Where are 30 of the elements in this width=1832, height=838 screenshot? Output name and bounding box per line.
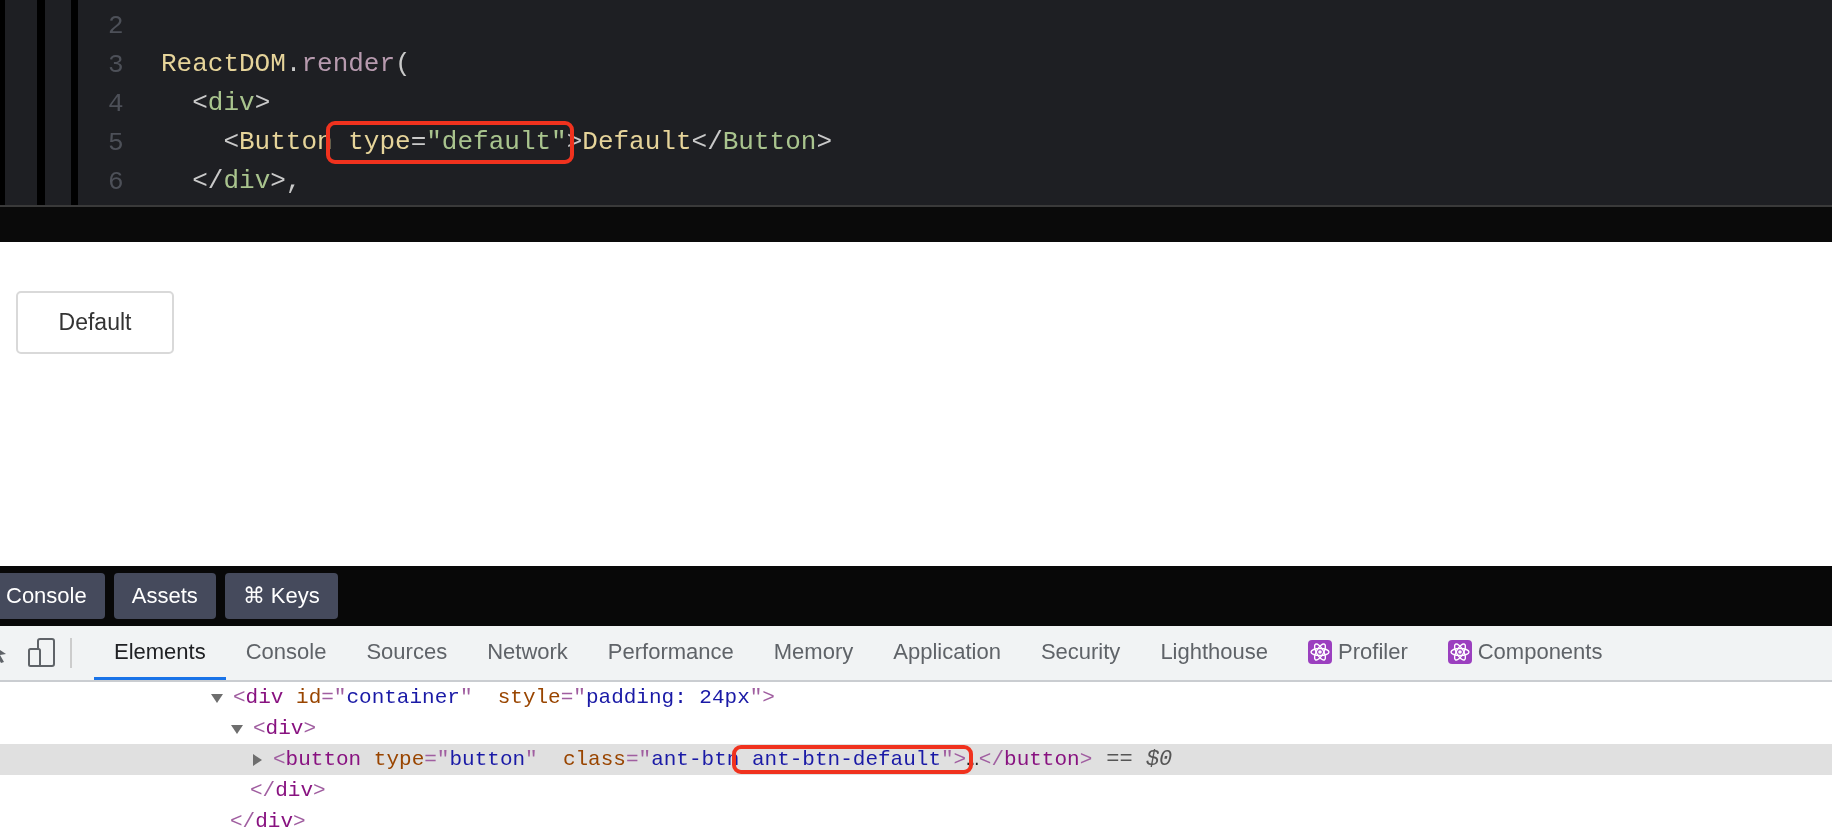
devtools-tab[interactable]: Components <box>1427 626 1623 680</box>
panel-button[interactable]: ⌘ Keys <box>224 573 338 619</box>
collapsed-caret-icon[interactable] <box>250 752 264 767</box>
atom-icon <box>1447 639 1472 664</box>
atom-icon <box>1308 639 1333 664</box>
devtools-tab[interactable]: Application <box>873 626 1021 680</box>
devtools-tab[interactable]: Profiler <box>1288 626 1428 680</box>
dom-row[interactable]: </div> <box>0 806 1832 837</box>
code-line: ReactDOM.render( <box>161 48 411 79</box>
panel-button[interactable]: Console <box>0 573 105 619</box>
default-button[interactable]: Default <box>16 291 174 354</box>
dom-closing-tag: </div> <box>250 776 326 805</box>
devtools-tab[interactable]: Console <box>225 626 347 680</box>
selected-element-marker: == $0 <box>1106 747 1173 772</box>
dom-row[interactable]: <div> <box>0 713 1832 744</box>
code-line: <div> <box>191 87 271 118</box>
devtools-tab[interactable]: Lighthouse <box>1140 626 1289 680</box>
code-line: </div>, <box>191 165 302 196</box>
devtools-tab[interactable]: Network <box>467 626 588 680</box>
devtools-tab[interactable]: Performance <box>587 626 754 680</box>
devtools-tab[interactable]: Sources <box>346 626 468 680</box>
devtools-tab[interactable]: Security <box>1020 626 1141 680</box>
dom-element-code: <div id="container" style="padding: 24px"> <box>233 685 775 709</box>
dom-closing-tag: </div> <box>230 807 306 836</box>
dom-row[interactable]: </div> <box>0 775 1832 806</box>
device-toggle-icon[interactable] <box>28 638 56 668</box>
devtools-tab[interactable]: Memory <box>753 626 874 680</box>
panel-button[interactable]: Assets <box>113 573 216 619</box>
dom-element-code: <div> <box>253 716 317 740</box>
dom-row[interactable]: <div id="container" style="padding: 24px"> <box>0 682 1832 713</box>
